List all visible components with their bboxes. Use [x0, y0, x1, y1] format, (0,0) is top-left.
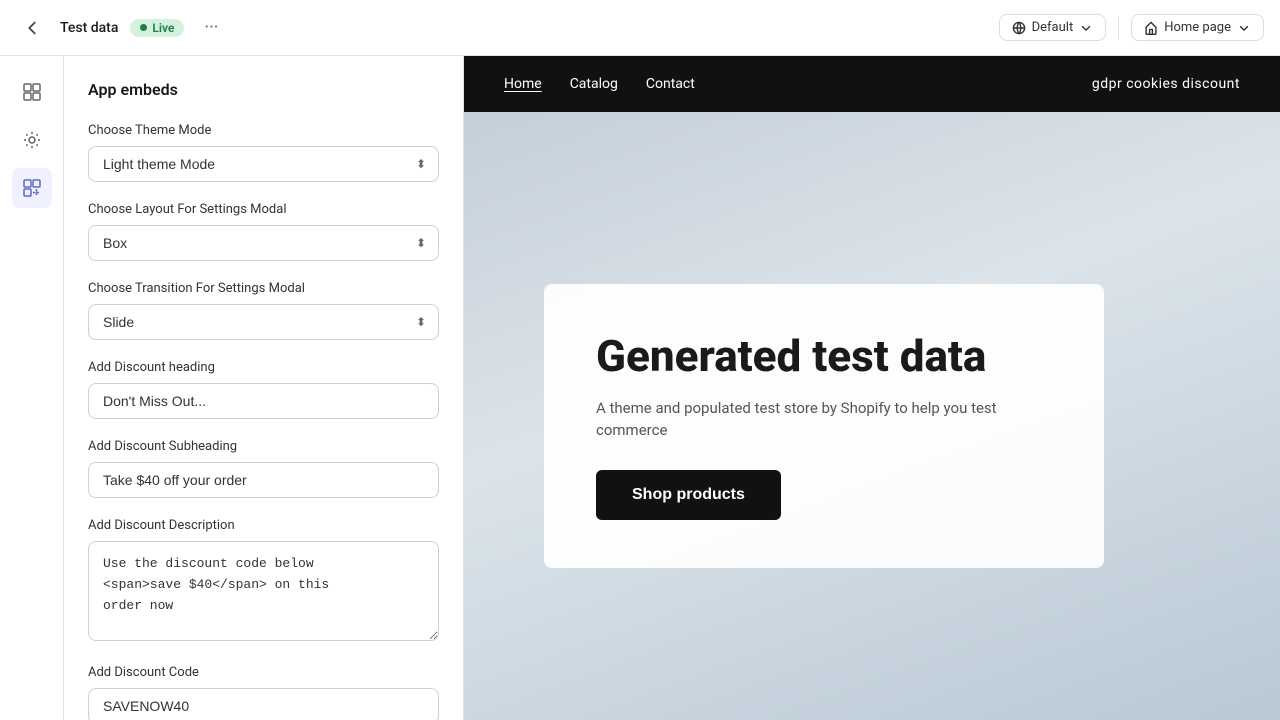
- hero-card: Generated test data A theme and populate…: [544, 284, 1104, 567]
- discount-code-label: Add Discount Code: [88, 665, 439, 680]
- settings-panel: App embeds Choose Theme Mode Light theme…: [64, 56, 464, 720]
- discount-subheading-label: Add Discount Subheading: [88, 439, 439, 454]
- sidebar-layout-btn[interactable]: [12, 72, 52, 112]
- nav-catalog[interactable]: Catalog: [570, 76, 618, 92]
- nav-contact[interactable]: Contact: [646, 76, 695, 92]
- theme-mode-label: Choose Theme Mode: [88, 123, 439, 138]
- discount-heading-group: Add Discount heading: [88, 360, 439, 419]
- homepage-label: Home page: [1164, 20, 1231, 35]
- sidebar-apps-btn[interactable]: [12, 168, 52, 208]
- preview-panel: Home Catalog Contact gdpr cookies discou…: [464, 56, 1280, 720]
- default-dropdown[interactable]: Default: [999, 14, 1107, 41]
- hero-title: Generated test data: [596, 332, 1052, 380]
- main-layout: App embeds Choose Theme Mode Light theme…: [0, 56, 1280, 720]
- discount-heading-input[interactable]: [88, 383, 439, 419]
- layout-select[interactable]: Box: [89, 226, 438, 260]
- discount-subheading-group: Add Discount Subheading: [88, 439, 439, 498]
- layout-group: Choose Layout For Settings Modal Box ⬍: [88, 202, 439, 261]
- discount-description-label: Add Discount Description: [88, 518, 439, 533]
- transition-select[interactable]: Slide: [89, 305, 438, 339]
- preview-inner: Home Catalog Contact gdpr cookies discou…: [464, 56, 1280, 720]
- discount-code-group: Add Discount Code: [88, 665, 439, 720]
- store-nav-links: Home Catalog Contact: [504, 76, 695, 92]
- separator: [1118, 16, 1119, 40]
- discount-subheading-input[interactable]: [88, 462, 439, 498]
- live-label: Live: [152, 21, 174, 35]
- transition-group: Choose Transition For Settings Modal Sli…: [88, 281, 439, 340]
- transition-label: Choose Transition For Settings Modal: [88, 281, 439, 296]
- hero-subtitle: A theme and populated test store by Shop…: [596, 397, 1052, 442]
- layout-select-wrapper[interactable]: Box ⬍: [88, 225, 439, 261]
- discount-heading-label: Add Discount heading: [88, 360, 439, 375]
- shop-products-button[interactable]: Shop products: [596, 470, 781, 520]
- discount-description-textarea[interactable]: Use the discount code below <span>save $…: [88, 541, 439, 641]
- theme-mode-select-wrapper[interactable]: Light theme Mode ⬍: [88, 146, 439, 182]
- transition-select-wrapper[interactable]: Slide ⬍: [88, 304, 439, 340]
- discount-code-input[interactable]: [88, 688, 439, 720]
- topbar-title: Test data: [60, 20, 118, 36]
- live-dot: [140, 24, 147, 31]
- layout-label: Choose Layout For Settings Modal: [88, 202, 439, 217]
- nav-right-text: gdpr cookies discount: [1092, 76, 1240, 92]
- theme-mode-select[interactable]: Light theme Mode: [89, 147, 438, 181]
- nav-home[interactable]: Home: [504, 76, 542, 92]
- back-button[interactable]: [16, 12, 48, 44]
- homepage-dropdown[interactable]: Home page: [1131, 14, 1264, 41]
- more-button[interactable]: ···: [196, 13, 226, 42]
- live-badge: Live: [130, 19, 184, 37]
- store-hero: Generated test data A theme and populate…: [464, 112, 1280, 720]
- sidebar-settings-btn[interactable]: [12, 120, 52, 160]
- default-label: Default: [1032, 20, 1074, 35]
- icon-sidebar: [0, 56, 64, 720]
- topbar: Test data Live ··· Default Home page: [0, 0, 1280, 56]
- discount-description-group: Add Discount Description Use the discoun…: [88, 518, 439, 645]
- panel-title: App embeds: [88, 80, 439, 99]
- theme-mode-group: Choose Theme Mode Light theme Mode ⬍: [88, 123, 439, 182]
- store-nav: Home Catalog Contact gdpr cookies discou…: [464, 56, 1280, 112]
